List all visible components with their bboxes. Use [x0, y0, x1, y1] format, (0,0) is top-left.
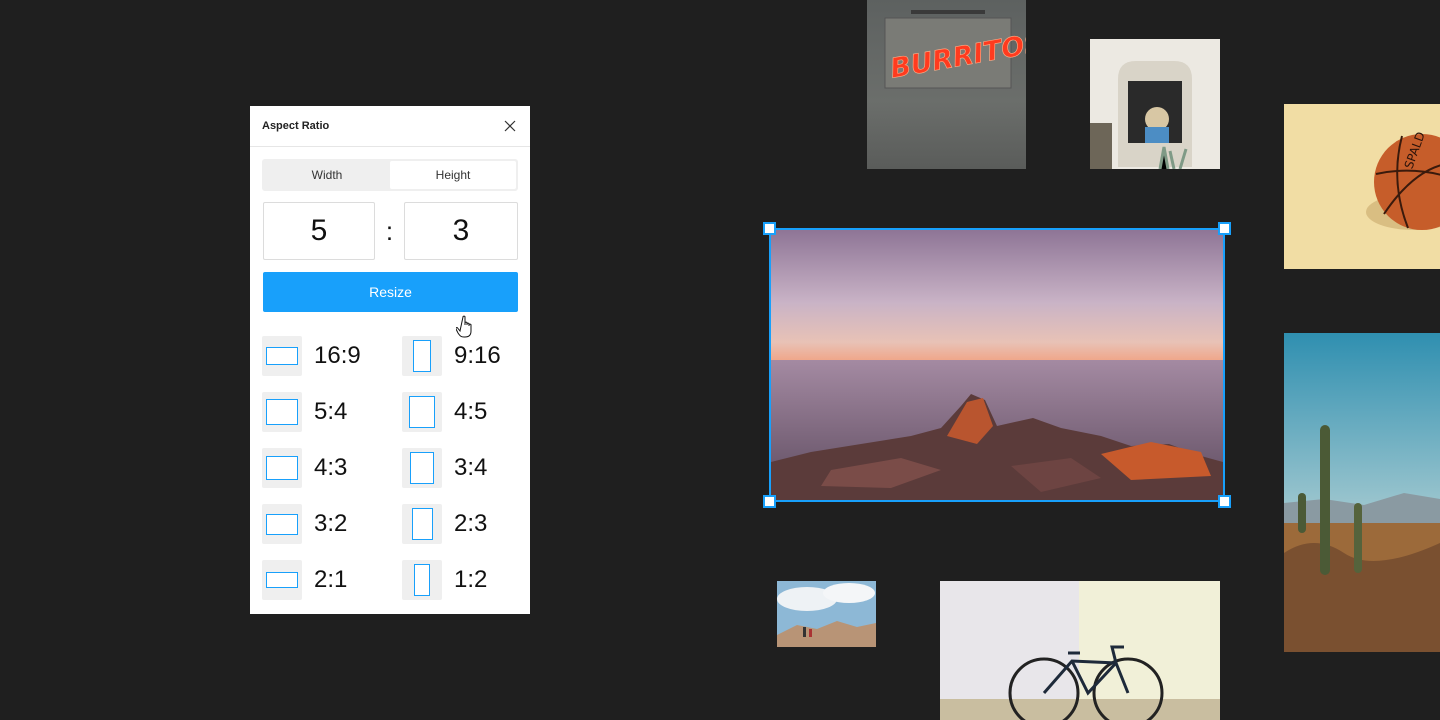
preset-label: 4:3	[314, 454, 348, 481]
landscape-ratio-icon	[262, 448, 302, 488]
bicycle-graphic	[940, 581, 1220, 720]
ratio-height-input[interactable]: 3	[404, 202, 518, 260]
preset-label: 16:9	[314, 342, 361, 369]
panel-title: Aspect Ratio	[262, 120, 330, 132]
preset-label: 3:2	[314, 510, 348, 537]
landscape-ratio-icon	[262, 504, 302, 544]
ratio-width-input[interactable]: 5	[263, 202, 375, 260]
resize-handle-bottom-right[interactable]	[1218, 495, 1231, 508]
basketball-graphic: SPALD	[1366, 130, 1440, 230]
panel-header: Aspect Ratio	[250, 106, 530, 147]
resize-button[interactable]: Resize	[263, 272, 518, 312]
neon-sign-graphic: BURRITOS	[884, 10, 1026, 89]
hand-cursor-icon	[456, 315, 472, 338]
tab-width[interactable]: Width	[264, 161, 390, 189]
preset-9-16[interactable]: 9:16	[402, 336, 501, 376]
close-button[interactable]	[502, 118, 518, 134]
mountain-hikers-photo[interactable]	[777, 581, 876, 647]
preset-label: 2:3	[454, 510, 488, 537]
portrait-ratio-icon	[402, 448, 442, 488]
mountain-graphic	[777, 581, 876, 647]
preset-label: 3:4	[454, 454, 488, 481]
preset-2-1[interactable]: 2:1	[262, 560, 347, 600]
portrait-ratio-icon	[402, 504, 442, 544]
ratio-separator: :	[385, 215, 394, 246]
cactus-graphic	[1284, 333, 1440, 652]
preset-label: 1:2	[454, 566, 488, 593]
preset-4-5[interactable]: 4:5	[402, 392, 487, 432]
aspect-ratio-panel: Aspect Ratio Width Height 5 : 3 Resize 1…	[250, 106, 530, 614]
tab-height[interactable]: Height	[390, 161, 516, 189]
landscape-ratio-icon	[262, 392, 302, 432]
preset-label: 4:5	[454, 398, 488, 425]
burritos-neon-photo[interactable]: BURRITOS	[867, 0, 1026, 169]
preset-4-3[interactable]: 4:3	[262, 448, 347, 488]
ratio-inputs: 5 : 3	[263, 202, 518, 260]
preset-3-4[interactable]: 3:4	[402, 448, 487, 488]
landscape-ratio-icon	[262, 336, 302, 376]
preset-3-2[interactable]: 3:2	[262, 504, 347, 544]
portrait-ratio-icon	[402, 392, 442, 432]
cactus-desert-photo[interactable]	[1284, 333, 1440, 652]
preset-label: 9:16	[454, 342, 501, 369]
preset-1-2[interactable]: 1:2	[402, 560, 487, 600]
dimension-toggle: Width Height	[262, 159, 518, 191]
window-graphic	[1090, 39, 1220, 169]
resize-handle-bottom-left[interactable]	[763, 495, 776, 508]
basketball-photo[interactable]: SPALD	[1284, 104, 1440, 269]
close-icon	[504, 120, 516, 132]
landscape-ratio-icon	[262, 560, 302, 600]
preset-label: 5:4	[314, 398, 348, 425]
portrait-ratio-icon	[402, 336, 442, 376]
window-hat-photo[interactable]	[1090, 39, 1220, 169]
preset-5-4[interactable]: 5:4	[262, 392, 347, 432]
bicycle-wall-photo[interactable]	[940, 581, 1220, 720]
resize-handle-top-left[interactable]	[763, 222, 776, 235]
selection-frame	[769, 228, 1225, 502]
preset-label: 2:1	[314, 566, 348, 593]
preset-2-3[interactable]: 2:3	[402, 504, 487, 544]
portrait-ratio-icon	[402, 560, 442, 600]
preset-16-9[interactable]: 16:9	[262, 336, 361, 376]
resize-handle-top-right[interactable]	[1218, 222, 1231, 235]
